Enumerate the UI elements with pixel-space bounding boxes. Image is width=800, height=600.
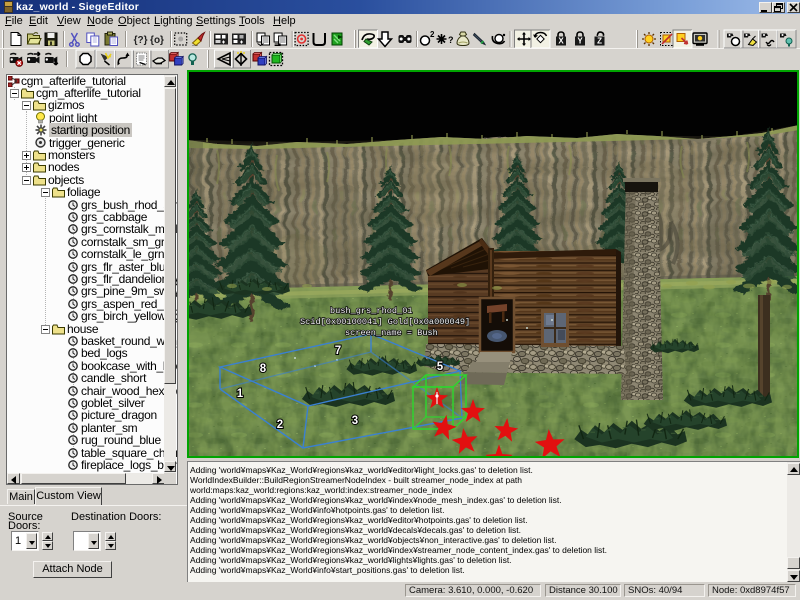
svg-text:?: ? — [448, 35, 454, 45]
svg-text:8: 8 — [260, 363, 267, 375]
svg-text:bush_grs_rhod_01: bush_grs_rhod_01 — [330, 306, 413, 316]
svg-text:5: 5 — [437, 361, 444, 373]
svg-text:2: 2 — [277, 419, 283, 431]
svg-text:2: 2 — [430, 30, 435, 39]
svg-text:Z: Z — [597, 37, 602, 46]
svg-text:Y: Y — [577, 37, 583, 46]
svg-text:{?}: {?} — [134, 35, 148, 46]
svg-text:Scid[0x00100041] Gold[0x0a0000: Scid[0x00100041] Gold[0x0a000049] — [300, 317, 470, 327]
svg-text:X: X — [558, 37, 564, 46]
svg-text:{ο}: {ο} — [150, 35, 164, 46]
svg-text:3: 3 — [352, 415, 358, 427]
svg-text:7: 7 — [335, 345, 341, 357]
svg-text:1: 1 — [237, 388, 244, 400]
svg-text:screen_name = Bush: screen_name = Bush — [345, 328, 438, 338]
